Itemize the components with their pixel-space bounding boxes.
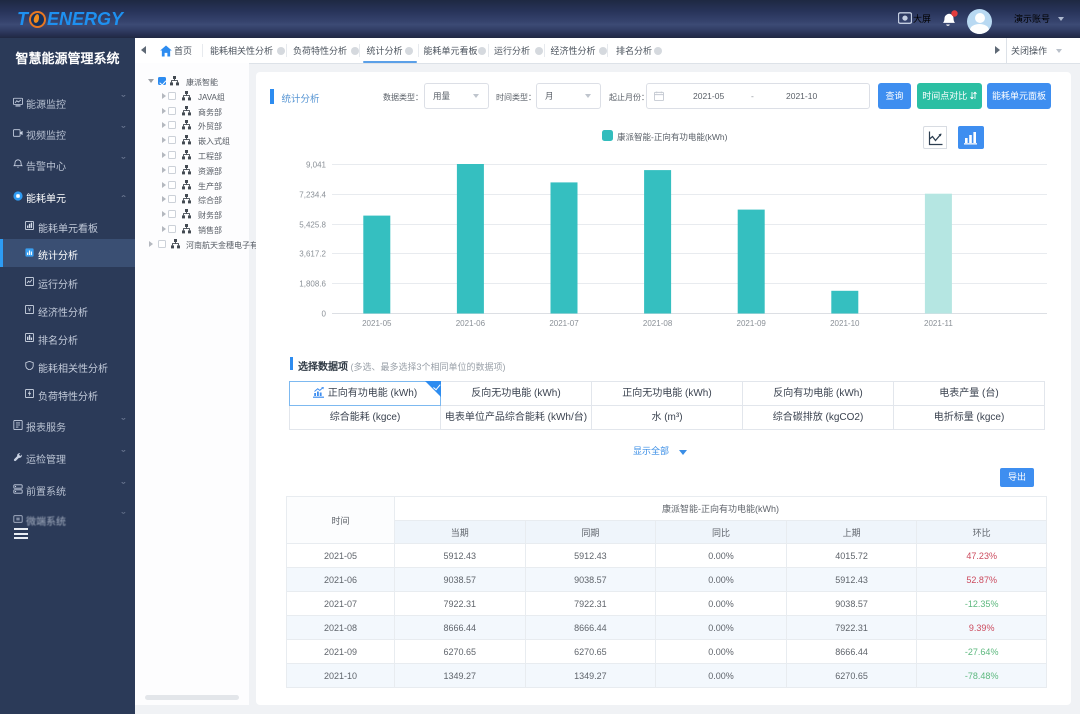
- svg-text:9,041: 9,041: [306, 161, 327, 170]
- svg-text:2021-07: 2021-07: [549, 319, 579, 328]
- svg-text:2021-05: 2021-05: [362, 319, 392, 328]
- svg-text:0: 0: [322, 310, 327, 319]
- svg-text:¥: ¥: [28, 308, 32, 314]
- svg-text:2021-10: 2021-10: [830, 319, 860, 328]
- svg-text:3,617.2: 3,617.2: [299, 250, 326, 259]
- svg-text:2021-11: 2021-11: [924, 319, 953, 328]
- svg-text:2021-06: 2021-06: [456, 319, 486, 328]
- svg-text:5,425.8: 5,425.8: [299, 221, 326, 230]
- svg-text:7,234.4: 7,234.4: [299, 191, 326, 200]
- svg-text:2021-09: 2021-09: [737, 319, 767, 328]
- svg-text:2021-08: 2021-08: [643, 319, 673, 328]
- svg-text:1,808.6: 1,808.6: [299, 280, 326, 289]
